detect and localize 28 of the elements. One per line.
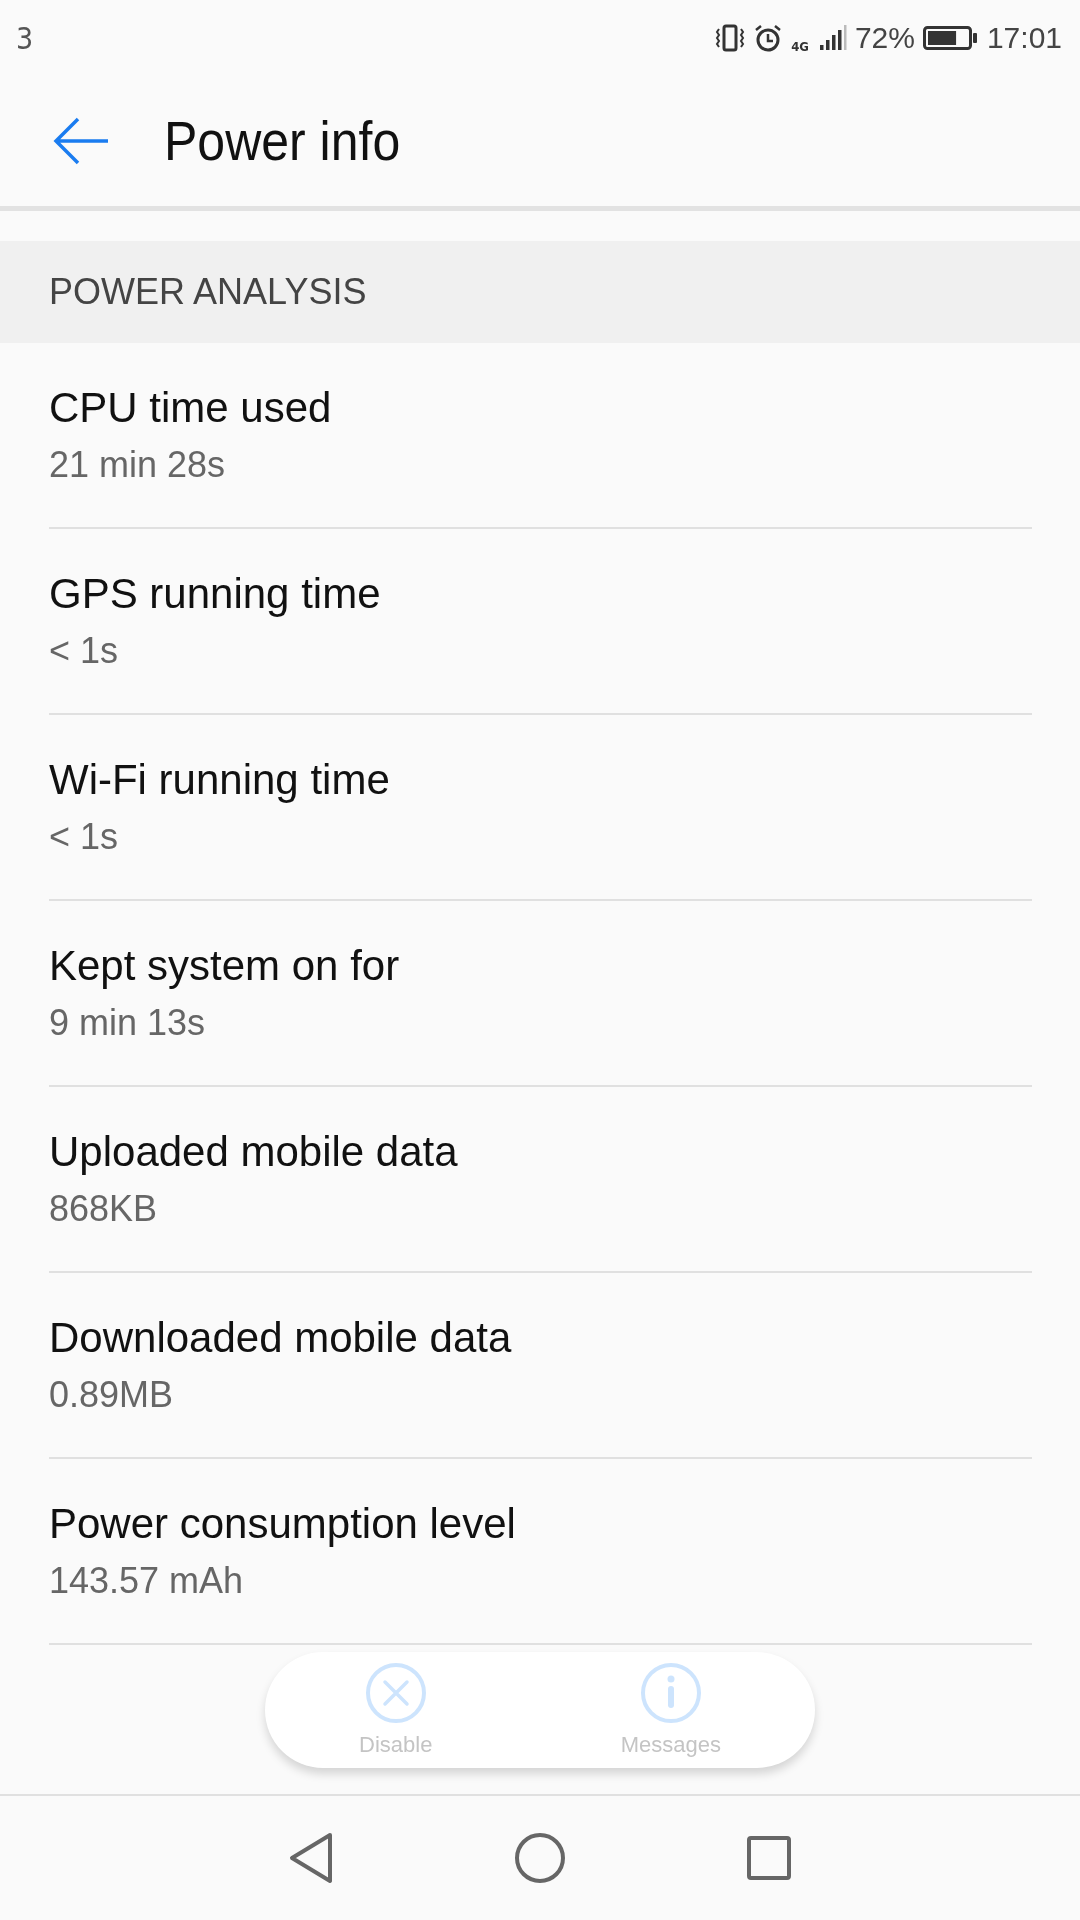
item-value: 21 min 28s [49,444,227,486]
vibrate-icon [715,23,746,53]
home-nav-icon[interactable] [514,1832,566,1884]
item-label: Power consumption level [49,1500,517,1548]
clock: 17:01 [986,21,1062,55]
item-value: 143.57 mAh [49,1560,245,1602]
item-label: CPU time used [49,384,333,432]
item-value: < 1s [49,630,120,672]
network-type: 4G [791,39,809,54]
item-label: Downloaded mobile data [49,1314,513,1362]
back-nav-icon[interactable] [288,1832,334,1884]
item-value: 868KB [49,1188,159,1230]
close-icon [364,1662,427,1724]
page-title: Power info [164,109,401,173]
item-value: 0.89MB [49,1374,175,1416]
item-value: < 1s [49,816,120,858]
back-button[interactable] [52,116,110,166]
section-title: POWER ANALYSIS [49,271,367,313]
item-label: GPS running time [49,570,382,618]
item-label: Kept system on for [49,942,401,990]
notification-count: 3 [16,20,34,56]
battery-percent: 72% [854,21,915,55]
recents-nav-icon[interactable] [746,1835,792,1881]
battery-icon [922,23,979,53]
item-label: Uploaded mobile data [49,1128,459,1176]
item-value: 9 min 13s [49,1002,207,1044]
item-label: Wi-Fi running time [49,756,391,804]
info-icon [639,1662,702,1724]
